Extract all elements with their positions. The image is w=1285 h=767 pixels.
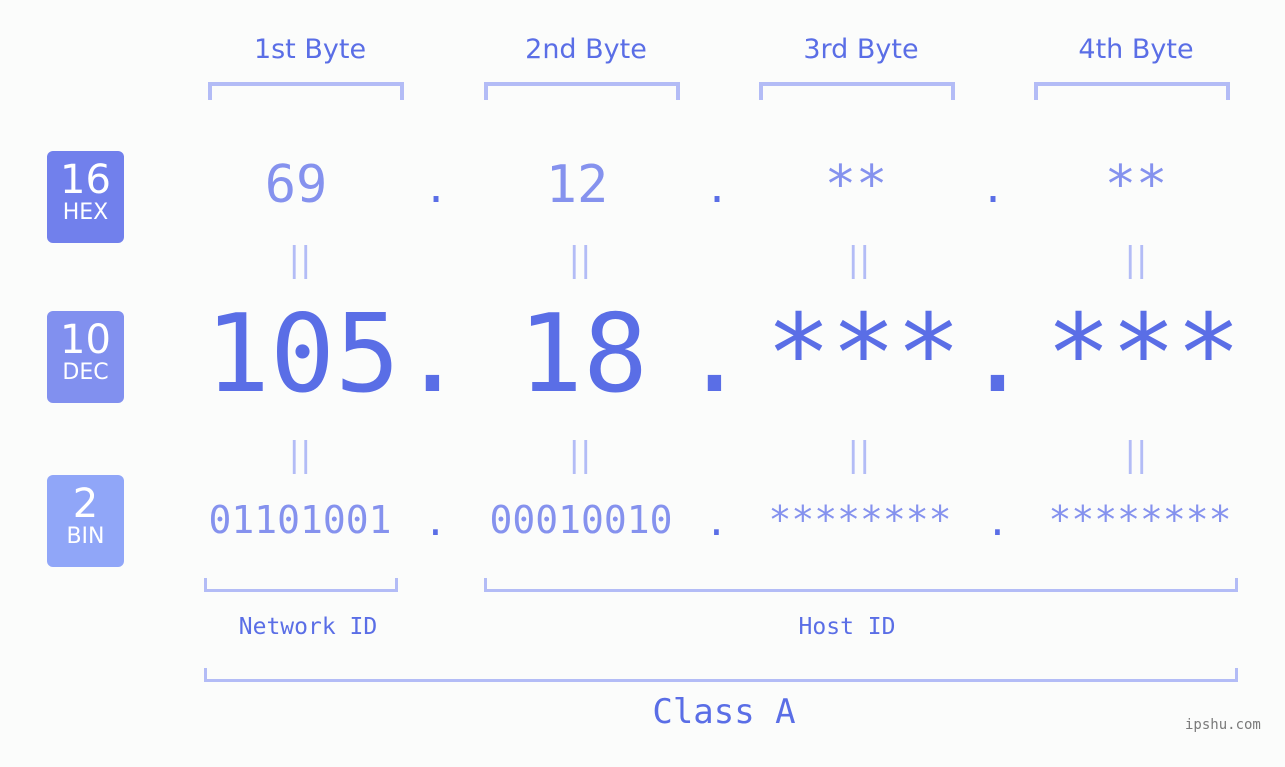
equals-hex-dec-1: || <box>288 240 312 280</box>
hex-base-label: HEX <box>62 200 109 225</box>
bin-separator-3: . <box>986 500 1009 544</box>
byte-bracket-2 <box>484 82 680 100</box>
bin-base-number: 2 <box>72 481 99 527</box>
network-id-label: Network ID <box>238 614 378 640</box>
dec-separator-1: . <box>400 292 466 417</box>
hex-separator-2: . <box>705 166 730 212</box>
equals-hex-dec-2: || <box>568 240 592 280</box>
hex-badge: 16 HEX <box>47 151 124 243</box>
equals-hex-dec-3: || <box>847 240 871 280</box>
dec-byte-1: 105 <box>205 292 401 417</box>
equals-dec-bin-3: || <box>847 435 871 475</box>
byte-header-1: 1st Byte <box>253 34 367 65</box>
dec-badge: 10 DEC <box>47 311 124 403</box>
bin-byte-4: ******** <box>1048 498 1232 542</box>
bin-badge: 2 BIN <box>47 475 124 567</box>
bin-byte-3: ******** <box>768 498 952 542</box>
byte-bracket-4 <box>1034 82 1230 100</box>
watermark: ipshu.com <box>1185 717 1261 733</box>
dec-separator-2: . <box>682 292 748 417</box>
bin-base-label: BIN <box>66 524 105 549</box>
hex-byte-4: ** <box>1104 155 1168 215</box>
byte-header-4: 4th Byte <box>1078 34 1194 65</box>
dec-base-label: DEC <box>62 360 109 385</box>
equals-dec-bin-1: || <box>288 435 312 475</box>
hex-byte-2: 12 <box>545 155 609 215</box>
class-bracket <box>204 668 1238 682</box>
bin-byte-1: 01101001 <box>208 498 392 542</box>
byte-header-3: 3rd Byte <box>803 34 919 65</box>
byte-bracket-3 <box>759 82 955 100</box>
hex-base-number: 16 <box>60 157 111 203</box>
bin-separator-2: . <box>705 500 728 544</box>
equals-hex-dec-4: || <box>1124 240 1148 280</box>
host-id-bracket <box>484 578 1238 592</box>
bin-byte-2: 00010010 <box>489 498 673 542</box>
equals-dec-bin-2: || <box>568 435 592 475</box>
dec-byte-4: *** <box>1046 292 1242 417</box>
hex-separator-1: . <box>424 166 449 212</box>
network-id-bracket <box>204 578 398 592</box>
dec-separator-3: . <box>965 292 1031 417</box>
equals-dec-bin-4: || <box>1124 435 1148 475</box>
hex-byte-1: 69 <box>264 155 328 215</box>
dec-byte-2: 18 <box>518 292 649 417</box>
dec-byte-3: *** <box>766 292 962 417</box>
host-id-label: Host ID <box>798 614 896 640</box>
dec-base-number: 10 <box>60 317 111 363</box>
byte-header-2: 2nd Byte <box>525 34 647 65</box>
hex-byte-3: ** <box>824 155 888 215</box>
bin-separator-1: . <box>424 500 447 544</box>
byte-bracket-1 <box>208 82 404 100</box>
hex-separator-3: . <box>981 166 1006 212</box>
class-label: Class A <box>652 692 796 732</box>
